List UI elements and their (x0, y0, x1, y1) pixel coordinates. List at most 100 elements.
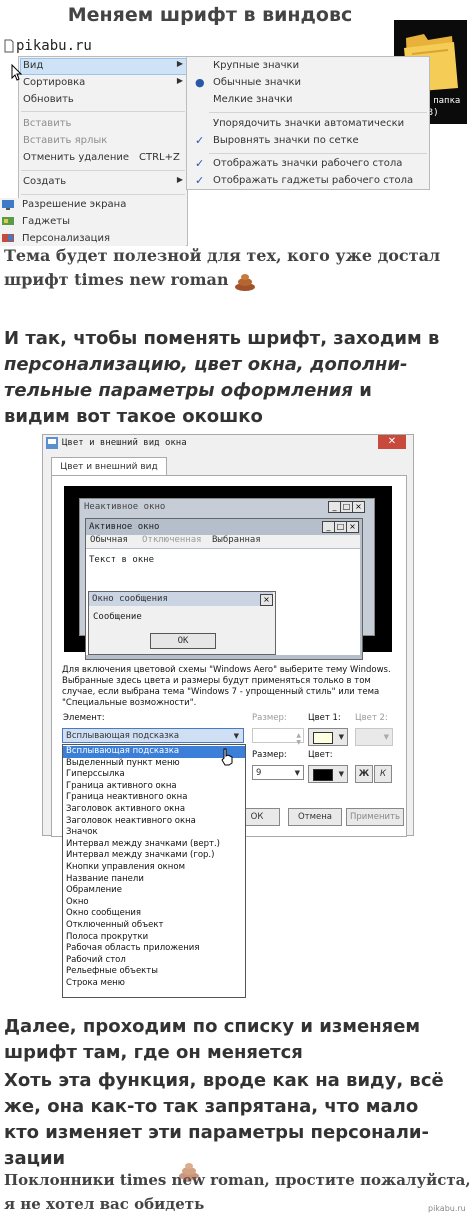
menu-selected: Выбранная (212, 535, 261, 545)
menu-item-large-icons[interactable]: Крупные значки (213, 59, 299, 73)
font-color-picker[interactable]: ▼ (308, 765, 348, 783)
menu-item-refresh[interactable]: Обновить (23, 93, 74, 107)
intro-line-2-text: шрифт times new roman (4, 270, 229, 289)
window-text: Текст в окне (89, 555, 155, 565)
dropdown-option[interactable]: Строка меню (66, 978, 125, 990)
submenu-arrow-icon: ▶ (176, 76, 183, 85)
menu-divider (209, 112, 427, 113)
check-icon: ✓ (195, 174, 205, 187)
tab-window-color[interactable]: Цвет и внешний вид окна (51, 457, 167, 490)
menu-divider (21, 111, 185, 112)
bold-toggle[interactable]: Ж (355, 765, 373, 783)
menu-item-paste-shortcut[interactable]: Вставить ярлык (23, 134, 107, 148)
menu-divider (21, 170, 185, 171)
menu-item-show-gadgets[interactable]: Отображать гаджеты рабочего стола (213, 174, 413, 188)
closing-text: Поклонники times new roman, простите пож… (4, 1168, 471, 1216)
radio-dot-icon: ● (195, 76, 205, 89)
close-icon: × (346, 521, 359, 533)
dropdown-option[interactable]: Заголовок неактивного окна (66, 816, 196, 828)
font-size-select[interactable]: 9 ▼ (252, 765, 304, 780)
italic-toggle[interactable]: К (374, 765, 392, 783)
dropdown-option[interactable]: Обрамление (66, 885, 122, 897)
para2-line1: Далее, проходим по списку и изменяем (4, 1016, 421, 1037)
para1-line1: И так, чтобы поменять шрифт, заходим в (4, 328, 440, 349)
color2-label: Цвет 2: (355, 713, 388, 723)
color1-picker[interactable]: ▼ (308, 728, 348, 746)
menu-item-show-desktop-icons[interactable]: Отображать значки рабочего стола (213, 157, 402, 171)
menu-item-small-icons[interactable]: Мелкие значки (213, 93, 292, 107)
view-submenu: Крупные значки ● Обычные значки Мелкие з… (186, 56, 430, 190)
dialog-title: Цвет и внешний вид окна (62, 438, 187, 448)
dropdown-option[interactable]: Рабочая область приложения (66, 943, 199, 955)
font-size-label: Размер: (252, 750, 287, 760)
message-box-title: Окно сообщения (89, 592, 273, 606)
intro-line-1: Тема будет полезной для тех, кого уже до… (4, 246, 441, 265)
color1-swatch (313, 732, 333, 744)
personalize-icon (2, 234, 14, 242)
para1-line2: персонализацию, цвет окна, дополни- (4, 354, 408, 375)
para2-line2: шрифт там, где он меняется (4, 1042, 303, 1063)
dropdown-option[interactable]: Граница неактивного окна (66, 792, 187, 804)
dropdown-option[interactable]: Окно (66, 897, 89, 909)
menu-normal: Обычная (90, 535, 128, 545)
menu-item-paste[interactable]: Вставить (23, 117, 71, 131)
dropdown-option[interactable]: Название панели (66, 874, 144, 886)
preview-ok-button: OK (150, 633, 216, 649)
check-icon: ✓ (195, 157, 205, 170)
color2-picker[interactable]: ▼ (355, 728, 393, 746)
intro-line-2: шрифт times new roman (4, 268, 440, 292)
chevron-down-icon: ▼ (338, 733, 344, 741)
dropdown-option[interactable]: Гиперссылка (66, 769, 125, 781)
paragraph-2: Далее, проходим по списку и изменяем шри… (4, 1014, 470, 1066)
submenu-arrow-icon: ▶ (176, 59, 183, 68)
gadgets-icon (2, 217, 14, 225)
menu-item-sort[interactable]: Сортировка (23, 76, 85, 90)
menu-item-resolution[interactable]: Разрешение экрана (22, 198, 126, 212)
hand-cursor-icon (221, 748, 233, 766)
menu-item-align-grid[interactable]: Выровнять значки по сетке (213, 134, 359, 148)
page-title: Меняем шрифт в виндовс (67, 4, 353, 26)
element-select[interactable]: Всплывающая подсказка ▼ (62, 728, 244, 743)
spin-down-icon[interactable]: ▼ (296, 735, 301, 750)
menu-divider (21, 194, 185, 195)
menu-item-undo-delete[interactable]: Отменить удаление (23, 151, 129, 165)
para3-line2: же, она как-то так запрятана, что мало (4, 1096, 419, 1117)
menu-highlight (20, 58, 188, 75)
menu-item-normal-icons[interactable]: Обычные значки (213, 76, 301, 90)
dropdown-option[interactable]: Интервал между значками (гор.) (66, 850, 214, 862)
para3-line1: Хоть эта функция, вроде как на виду, всё (4, 1070, 444, 1091)
message-text: Сообщение (93, 612, 142, 622)
dialog-description: Для включения цветовой схемы "Windows Ae… (62, 665, 391, 708)
menu-item-view[interactable]: Вид (23, 59, 43, 73)
dialog-cancel-button[interactable]: Отмена (288, 808, 342, 826)
closing-line-2: я не хотел вас обидеть (4, 1195, 205, 1213)
dropdown-option[interactable]: Граница активного окна (66, 781, 177, 793)
menu-item-gadgets[interactable]: Гаджеты (22, 215, 70, 229)
context-menu-lower: Разрешение экрана Гаджеты Персонализация (0, 198, 186, 246)
watermark: pikabu.ru (428, 1204, 466, 1213)
dropdown-option[interactable]: Выделенный пункт меню (66, 758, 180, 770)
dropdown-option[interactable]: Кнопки управления окном (66, 862, 185, 874)
dropdown-option[interactable]: Отключенный объект (66, 920, 163, 932)
dialog-apply-button[interactable]: Применить (346, 808, 404, 826)
dropdown-option[interactable]: Окно сообщения (66, 908, 141, 920)
element-select-value: Всплывающая подсказка (66, 731, 180, 741)
menu-item-auto-arrange[interactable]: Упорядочить значки автоматически (213, 117, 404, 131)
dropdown-option[interactable]: Всплывающая подсказка (63, 746, 245, 758)
dropdown-option[interactable]: Заголовок активного окна (66, 804, 185, 816)
chevron-down-icon: ▼ (338, 770, 344, 778)
dropdown-option[interactable]: Полоса прокрутки (66, 932, 148, 944)
dropdown-option[interactable]: Рабочий стол (66, 955, 126, 967)
dropdown-option[interactable]: Интервал между значками (верт.) (66, 839, 220, 851)
mouse-cursor-icon (11, 64, 23, 81)
size-spinner[interactable]: ▲ ▼ (252, 728, 304, 746)
shortcut-label: CTRL+Z (139, 152, 180, 163)
close-icon: × (260, 594, 273, 606)
menu-item-create[interactable]: Создать (23, 175, 66, 189)
check-icon: ✓ (195, 134, 205, 147)
dialog-close-button[interactable]: ✕ (378, 435, 406, 449)
dropdown-option[interactable]: Значок (66, 827, 98, 839)
dropdown-option[interactable]: Рельефные объекты (66, 966, 158, 978)
element-dropdown-list: Всплывающая подсказка Выделенный пункт м… (62, 744, 246, 998)
para1-line4: видим вот такое окошко (4, 406, 263, 427)
